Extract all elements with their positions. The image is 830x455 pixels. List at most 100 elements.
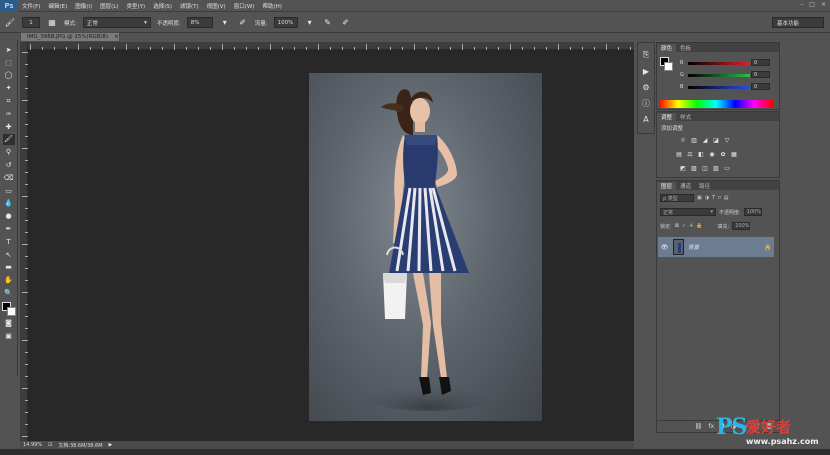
color-swatches[interactable] bbox=[660, 57, 673, 71]
tab-styles[interactable]: 样式 bbox=[676, 113, 695, 121]
threshold-icon[interactable]: ◫ bbox=[701, 165, 709, 172]
layer-filter-select[interactable]: ρ 类型 bbox=[660, 194, 694, 202]
tab-swatches[interactable]: 色板 bbox=[676, 44, 695, 52]
character-panel-icon[interactable]: A bbox=[640, 113, 652, 125]
brush-tool-icon[interactable]: 🖌 bbox=[2, 133, 15, 146]
tab-layers[interactable]: 图层 bbox=[657, 182, 677, 190]
filter-smart-icon[interactable]: ▤ bbox=[724, 195, 729, 201]
gradient-tool-icon[interactable]: ▭ bbox=[3, 185, 15, 197]
lock-pixels-icon[interactable]: ✓ bbox=[682, 223, 686, 229]
maximize-button[interactable]: □ bbox=[809, 1, 815, 8]
blend-mode-select[interactable]: 正常 ▾ bbox=[660, 208, 716, 216]
channel-b-slider[interactable] bbox=[688, 86, 750, 89]
document-image[interactable] bbox=[309, 73, 542, 421]
background-color-swatch[interactable] bbox=[664, 62, 673, 71]
menu-window[interactable]: 窗口(W) bbox=[230, 2, 259, 10]
lock-position-icon[interactable]: ✛ bbox=[689, 223, 693, 229]
lock-transparent-icon[interactable]: ⊠ bbox=[675, 223, 679, 229]
status-menu-arrow-icon[interactable]: ▶ bbox=[109, 442, 113, 448]
move-tool-icon[interactable]: ➤ bbox=[3, 44, 15, 56]
eraser-tool-icon[interactable]: ⌫ bbox=[3, 172, 15, 184]
layer-style-icon[interactable]: fx bbox=[708, 423, 714, 430]
quick-mask-icon[interactable]: ◙ bbox=[3, 317, 15, 329]
color-lookup-icon[interactable]: ▦ bbox=[730, 151, 738, 158]
pen-tool-icon[interactable]: ✒ bbox=[3, 223, 15, 235]
filter-adjust-icon[interactable]: ◑ bbox=[705, 195, 709, 201]
color-balance-icon[interactable]: ⚖ bbox=[686, 151, 694, 158]
properties-panel-icon[interactable]: ⚙ bbox=[640, 81, 652, 93]
layer-opacity-input[interactable]: 100% bbox=[743, 208, 762, 216]
brush-size-picker[interactable]: 1 bbox=[22, 17, 40, 28]
vibrance-icon[interactable]: ▽ bbox=[723, 137, 731, 144]
shape-tool-icon[interactable]: ▬ bbox=[3, 262, 15, 274]
document-info[interactable]: 文档:38.6M/38.6M bbox=[58, 442, 102, 449]
mode-select[interactable]: 正常 ▾ bbox=[82, 17, 151, 28]
close-button[interactable]: × bbox=[821, 1, 826, 8]
lasso-tool-icon[interactable]: ◯ bbox=[3, 70, 15, 82]
invert-icon[interactable]: ◩ bbox=[679, 165, 687, 172]
tab-adjustments[interactable]: 调整 bbox=[657, 113, 677, 121]
filter-pixel-icon[interactable]: ▣ bbox=[697, 195, 702, 201]
export-icon[interactable]: ⊡ bbox=[48, 442, 52, 448]
foreground-background-swatches[interactable] bbox=[1, 301, 16, 316]
blur-tool-icon[interactable]: 💧 bbox=[3, 198, 15, 210]
history-panel-icon[interactable]: ⎘ bbox=[640, 49, 652, 61]
menu-select[interactable]: 选择(S) bbox=[149, 2, 176, 10]
brush-tool-icon[interactable]: 🖌 bbox=[4, 17, 16, 28]
minimize-button[interactable]: – bbox=[800, 1, 803, 8]
dodge-tool-icon[interactable]: ● bbox=[3, 210, 15, 222]
opacity-input[interactable]: 8% bbox=[186, 17, 213, 28]
tab-channels[interactable]: 通道 bbox=[676, 182, 695, 190]
screen-mode-icon[interactable]: ▣ bbox=[3, 330, 15, 342]
menu-layer[interactable]: 图层(L) bbox=[96, 2, 122, 10]
quick-select-tool-icon[interactable]: ✦ bbox=[3, 82, 15, 94]
link-layers-icon[interactable]: ⛓ bbox=[695, 423, 703, 430]
visibility-eye-icon[interactable]: 👁 bbox=[660, 244, 669, 251]
channel-r-value[interactable]: 0 bbox=[751, 59, 770, 66]
hue-saturation-icon[interactable]: ▤ bbox=[675, 151, 683, 158]
menu-view[interactable]: 视图(V) bbox=[203, 2, 230, 10]
channel-g-slider[interactable] bbox=[688, 74, 750, 77]
photo-filter-icon[interactable]: ◉ bbox=[708, 151, 716, 158]
black-white-icon[interactable]: ◧ bbox=[697, 151, 705, 158]
menu-help[interactable]: 帮助(H) bbox=[258, 2, 285, 10]
curves-icon[interactable]: ◢ bbox=[701, 137, 709, 144]
color-spectrum-bar[interactable] bbox=[659, 100, 773, 108]
selective-color-icon[interactable]: ▧ bbox=[712, 165, 720, 172]
background-color-swatch[interactable] bbox=[6, 306, 16, 316]
path-select-tool-icon[interactable]: ↖ bbox=[3, 249, 15, 261]
airbrush-icon[interactable]: ✎ bbox=[322, 17, 334, 28]
menu-image[interactable]: 图像(I) bbox=[71, 2, 96, 10]
workspace-select[interactable]: 基本功能 bbox=[772, 17, 824, 28]
channel-g-value[interactable]: 0 bbox=[751, 71, 770, 78]
info-panel-icon[interactable]: ⓘ bbox=[640, 97, 652, 109]
marquee-tool-icon[interactable]: ⬚ bbox=[3, 57, 15, 69]
menu-type[interactable]: 类型(Y) bbox=[123, 2, 150, 10]
menu-filter[interactable]: 滤镜(T) bbox=[176, 2, 203, 10]
hand-tool-icon[interactable]: ✋ bbox=[3, 274, 15, 286]
brightness-icon[interactable]: ☼ bbox=[679, 137, 687, 144]
pressure-opacity-icon[interactable]: ✐ bbox=[237, 17, 249, 28]
filter-type-icon[interactable]: T bbox=[712, 195, 715, 201]
fill-input[interactable]: 100% bbox=[732, 222, 751, 230]
filter-shape-icon[interactable]: ⌑ bbox=[718, 195, 721, 201]
close-tab-icon[interactable]: × bbox=[114, 34, 119, 40]
clone-stamp-tool-icon[interactable]: ⚲ bbox=[3, 146, 15, 158]
pressure-size-icon[interactable]: ✐ bbox=[340, 17, 352, 28]
actions-panel-icon[interactable]: ▶ bbox=[640, 65, 652, 77]
exposure-icon[interactable]: ◪ bbox=[712, 137, 720, 144]
opacity-dropdown-icon[interactable]: ▾ bbox=[219, 17, 231, 28]
brush-panel-icon[interactable]: ▦ bbox=[46, 17, 58, 28]
eyedropper-tool-icon[interactable]: ✑ bbox=[3, 108, 15, 120]
history-brush-tool-icon[interactable]: ↺ bbox=[3, 159, 15, 171]
posterize-icon[interactable]: ▨ bbox=[690, 165, 698, 172]
menu-edit[interactable]: 编辑(E) bbox=[44, 2, 71, 10]
channel-mixer-icon[interactable]: ✿ bbox=[719, 151, 727, 158]
type-tool-icon[interactable]: T bbox=[3, 236, 15, 248]
tab-paths[interactable]: 路径 bbox=[695, 182, 714, 190]
zoom-tool-icon[interactable]: 🔍 bbox=[3, 287, 15, 299]
flow-dropdown-icon[interactable]: ▾ bbox=[304, 17, 316, 28]
layer-row-background[interactable]: 👁 背景 🔒 bbox=[658, 237, 774, 257]
zoom-level[interactable]: 14.99% bbox=[23, 442, 42, 448]
levels-icon[interactable]: ▥ bbox=[690, 137, 698, 144]
